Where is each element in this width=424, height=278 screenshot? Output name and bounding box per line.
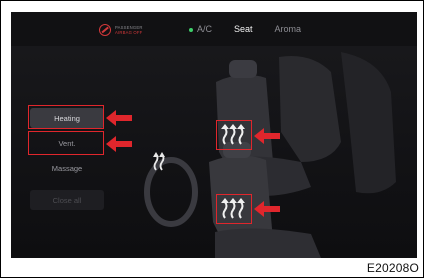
close-all-button[interactable]: Close all	[30, 190, 104, 210]
lower-seat-arrow-icon	[254, 201, 280, 217]
airbag-line2: AIRBAG	[115, 30, 133, 35]
tab-seat[interactable]: Seat	[234, 24, 253, 34]
airbag-status: OFF	[133, 30, 143, 35]
upper-seat-callout-box	[216, 120, 252, 150]
steering-wheel-shape	[144, 157, 198, 227]
passenger-airbag-indicator: PASSENGER AIRBAG OFF	[99, 24, 143, 36]
airbag-off-icon	[99, 24, 111, 36]
front-seat-lower-cushion	[215, 228, 321, 258]
upper-seat-arrow-icon	[254, 128, 280, 144]
massage-button[interactable]: Massage	[30, 158, 104, 178]
lower-seat-callout-box	[216, 194, 252, 224]
rear-seat-right-shape	[341, 52, 396, 194]
headrest-upper	[229, 60, 257, 78]
figure-code: E20208O	[366, 261, 419, 275]
rear-seat-shape	[279, 56, 341, 162]
vent-arrow-icon	[106, 136, 132, 152]
tab-ac[interactable]: A/C	[189, 24, 212, 34]
tab-bar: A/C Seat Aroma	[189, 24, 323, 34]
heating-arrow-icon	[106, 110, 132, 126]
vent-callout-box	[28, 131, 104, 155]
figure-frame: PASSENGER AIRBAG OFF A/C Seat Aroma Heat…	[0, 0, 424, 278]
tab-aroma[interactable]: Aroma	[275, 24, 302, 34]
heating-callout-box	[28, 105, 104, 129]
